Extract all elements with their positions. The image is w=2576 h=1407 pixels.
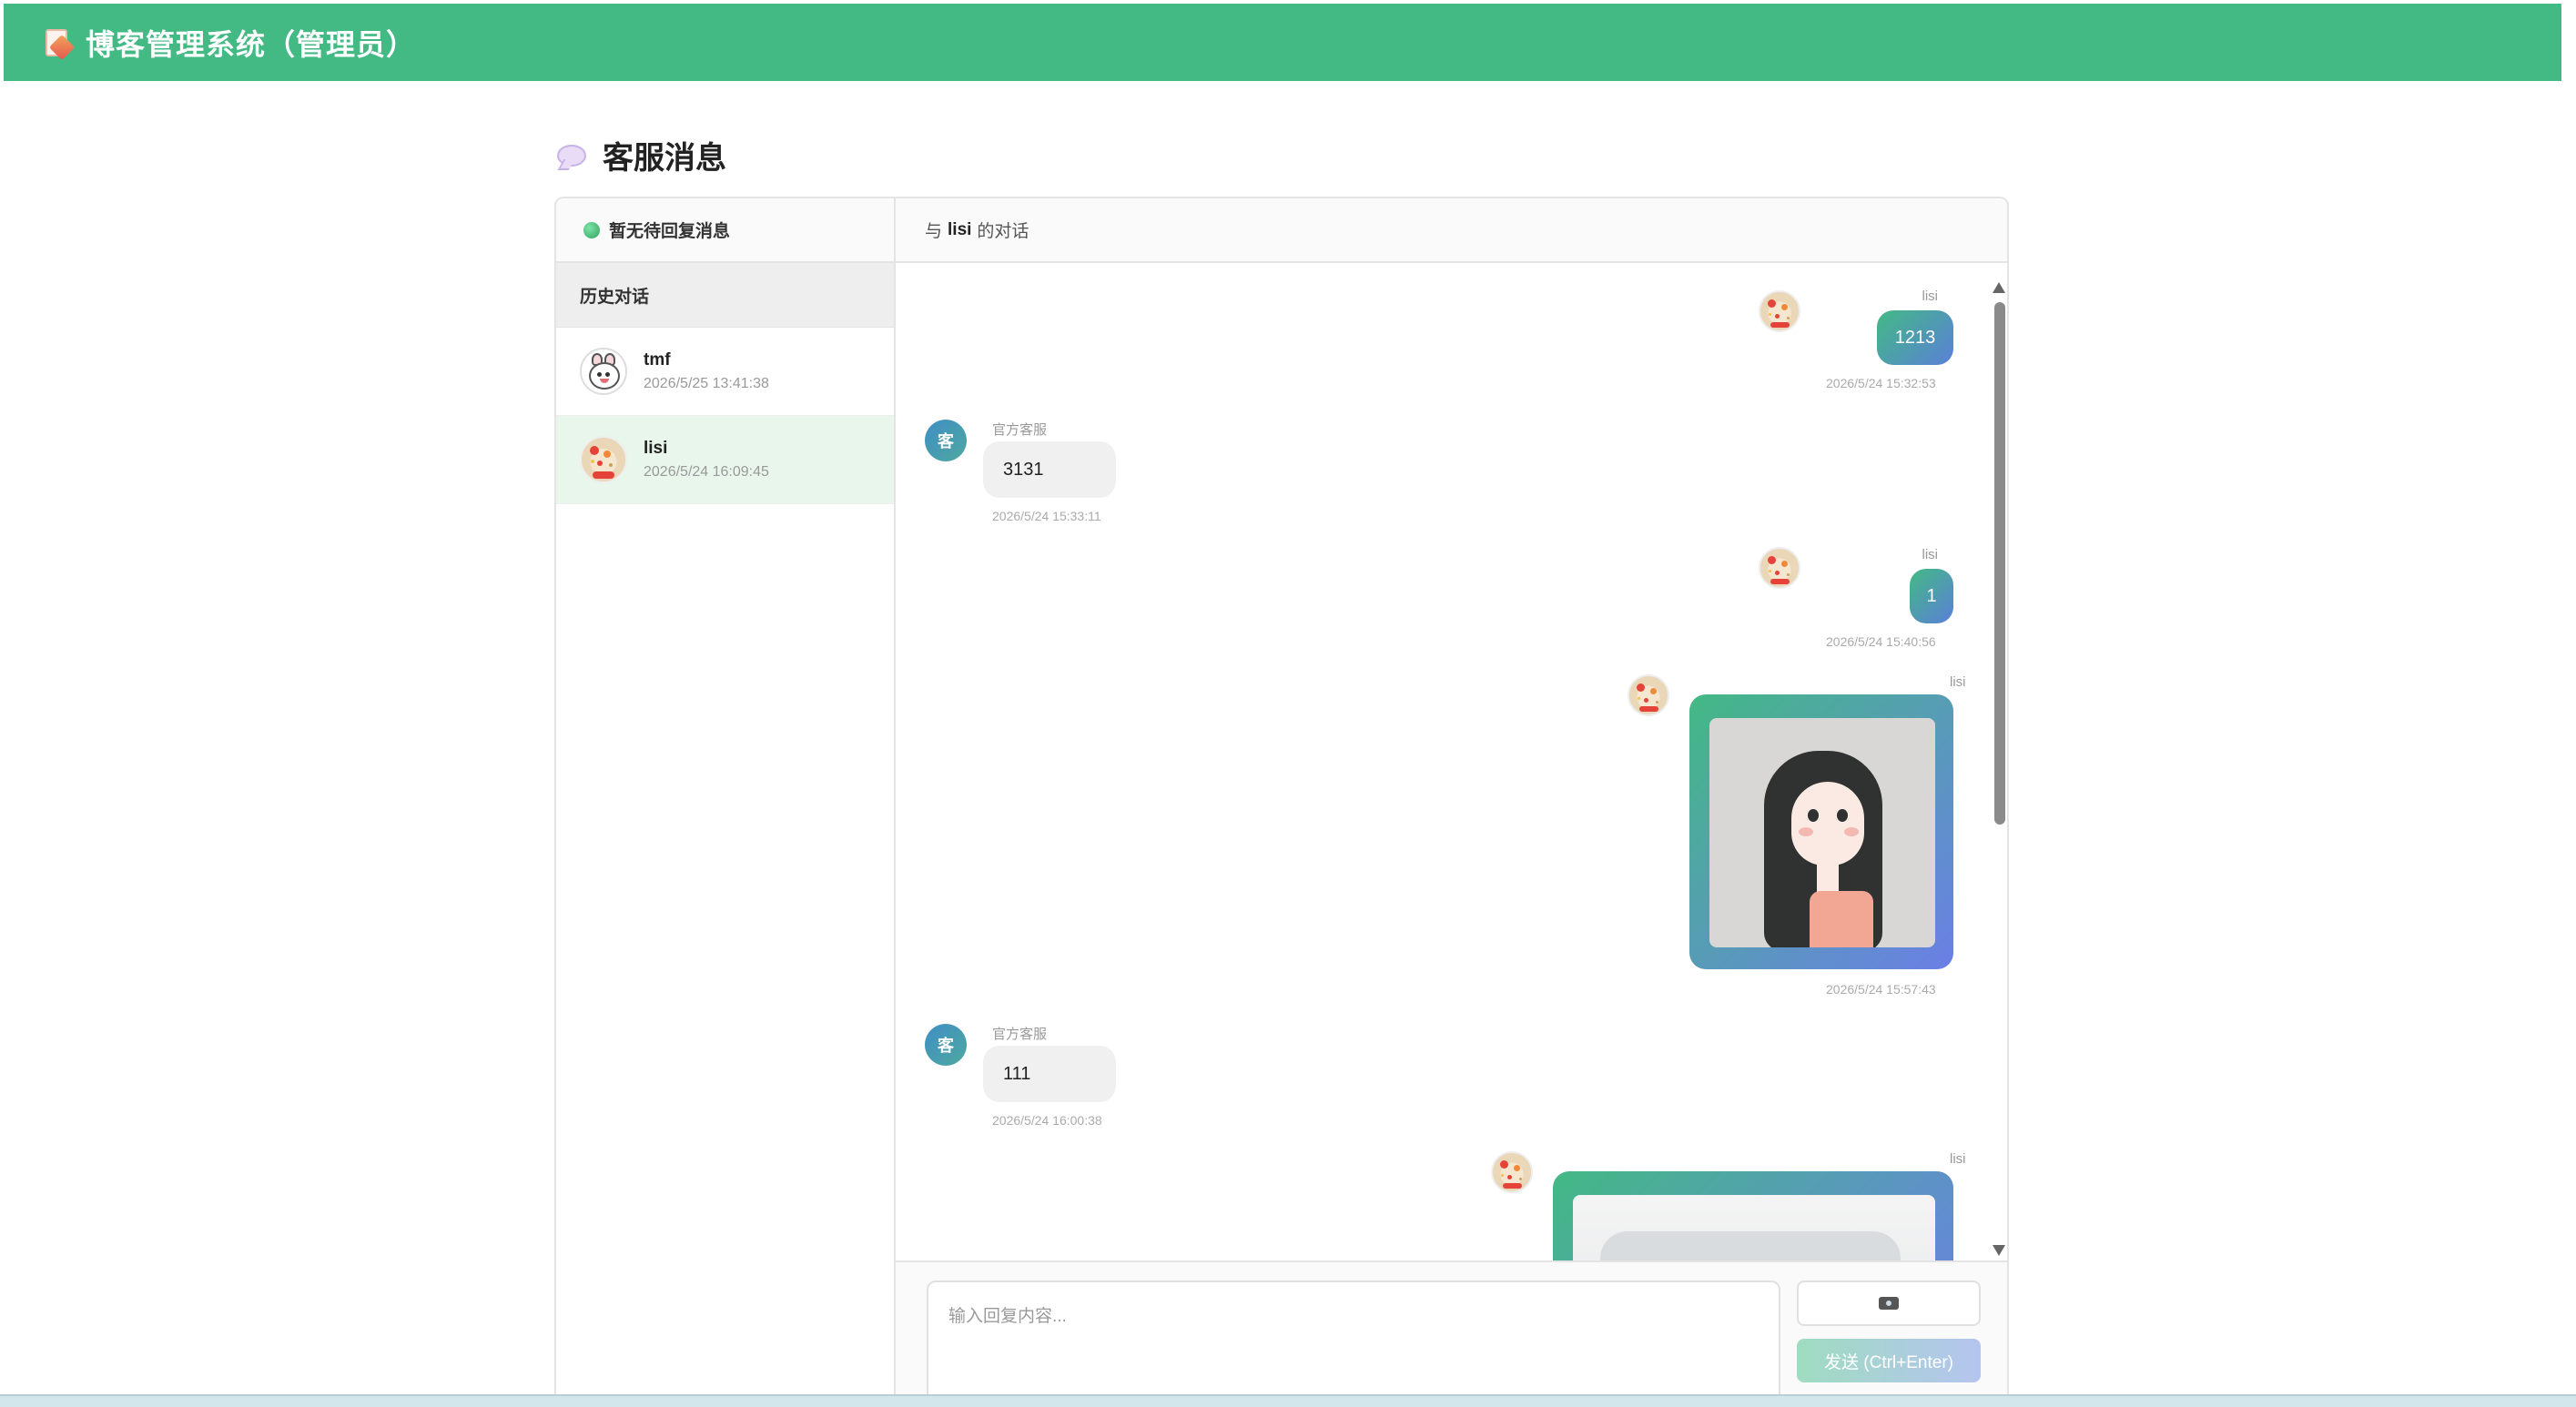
message-admin: 客 官方客服 111 2026/5/24 16:00:38	[925, 1024, 1198, 1133]
bottom-strip	[0, 1394, 2576, 1407]
message-bubble: 3131	[983, 441, 1116, 498]
message-user: lisi 1213 2026/5/24 15:32:53	[1759, 288, 2007, 398]
send-button[interactable]: 发送 (Ctrl+Enter)	[1797, 1339, 1981, 1382]
message-time: 2026/5/24 16:00:38	[992, 1113, 1102, 1128]
page-title-text: 客服消息	[603, 141, 726, 176]
app-title: 博客管理系统（管理员）	[86, 27, 417, 61]
scroll-thumb[interactable]	[1994, 302, 2005, 825]
chat-image[interactable]	[1573, 1195, 1935, 1260]
avatar	[1759, 290, 1800, 332]
message-user: lisi 1 2026/5/24 15:40:56	[1759, 547, 2007, 656]
speech-bubble-icon	[557, 144, 586, 167]
chat-header-user: lisi	[948, 219, 972, 239]
avatar	[1491, 1151, 1533, 1193]
message-sender: 官方客服	[992, 422, 1048, 438]
pending-text: 暂无待回复消息	[609, 222, 731, 241]
conversation-item-tmf[interactable]: tmf 2026/5/25 13:41:38	[556, 328, 894, 416]
chat-image[interactable]	[1709, 718, 1935, 947]
image-bubble[interactable]	[1689, 694, 1953, 969]
message-sender: lisi	[1922, 547, 1939, 562]
conversation-sidebar: 暂无待回复消息 历史对话 tmf 2026/5/25 13:41:38 lisi…	[556, 198, 896, 1407]
message-bubble: 1213	[1877, 310, 1953, 365]
conversation-name: lisi	[644, 439, 668, 458]
document-icon	[46, 28, 76, 60]
message-time: 2026/5/24 15:57:43	[1826, 982, 1936, 997]
message-bubble: 1	[1910, 569, 1953, 623]
avatar	[1628, 674, 1669, 716]
message-time: 2026/5/24 15:32:53	[1826, 376, 1936, 390]
message-sender: 官方客服	[992, 1027, 1048, 1042]
admin-avatar: 客	[925, 420, 967, 461]
chat-area: 与 lisi 的对话 lisi 1213 2026/5/24 15:32:53 …	[896, 198, 2007, 1407]
message-scrollbar[interactable]	[1993, 273, 2007, 1265]
message-list[interactable]: lisi 1213 2026/5/24 15:32:53 客 官方客服 3131…	[896, 263, 2007, 1260]
avatar	[580, 348, 627, 395]
conversation-time: 2026/5/25 13:41:38	[644, 376, 769, 391]
history-header: 历史对话	[556, 263, 894, 328]
message-time: 2026/5/24 15:40:56	[1826, 634, 1936, 649]
avatar	[1759, 547, 1800, 589]
message-user-image: lisi	[1491, 1151, 2007, 1260]
status-dot-icon	[583, 221, 600, 238]
reply-input[interactable]	[927, 1280, 1780, 1407]
app-header: 博客管理系统（管理员）	[4, 4, 2561, 81]
camera-icon	[1879, 1297, 1899, 1310]
avatar	[580, 436, 627, 483]
message-time: 2026/5/24 15:33:11	[992, 509, 1101, 523]
chat-header-suffix: 的对话	[977, 222, 1029, 241]
chat-panel: 暂无待回复消息 历史对话 tmf 2026/5/25 13:41:38 lisi…	[554, 197, 2009, 1407]
scroll-up-icon[interactable]	[1993, 282, 2005, 293]
page-title: 客服消息	[557, 133, 726, 177]
message-sender: lisi	[1922, 288, 1939, 304]
conversation-name: tmf	[644, 350, 671, 369]
message-admin: 客 官方客服 3131 2026/5/24 15:33:11	[925, 420, 1198, 529]
scroll-down-icon[interactable]	[1993, 1245, 2005, 1256]
conversation-time: 2026/5/24 16:09:45	[644, 464, 769, 480]
chat-header-prefix: 与	[925, 222, 943, 241]
admin-avatar: 客	[925, 1024, 967, 1066]
conversation-item-lisi[interactable]: lisi 2026/5/24 16:09:45	[556, 416, 894, 504]
message-bubble: 111	[983, 1046, 1116, 1102]
pending-status: 暂无待回复消息	[556, 198, 894, 263]
chat-header: 与 lisi 的对话	[896, 198, 2007, 263]
message-sender: lisi	[1950, 674, 1966, 690]
upload-image-button[interactable]	[1797, 1280, 1981, 1326]
image-bubble[interactable]	[1553, 1171, 1953, 1260]
message-sender: lisi	[1950, 1151, 1966, 1167]
message-user-image: lisi 2026/5/24 15:57:43	[1628, 674, 2007, 1002]
reply-composer: 发送 (Ctrl+Enter)	[896, 1260, 2007, 1407]
